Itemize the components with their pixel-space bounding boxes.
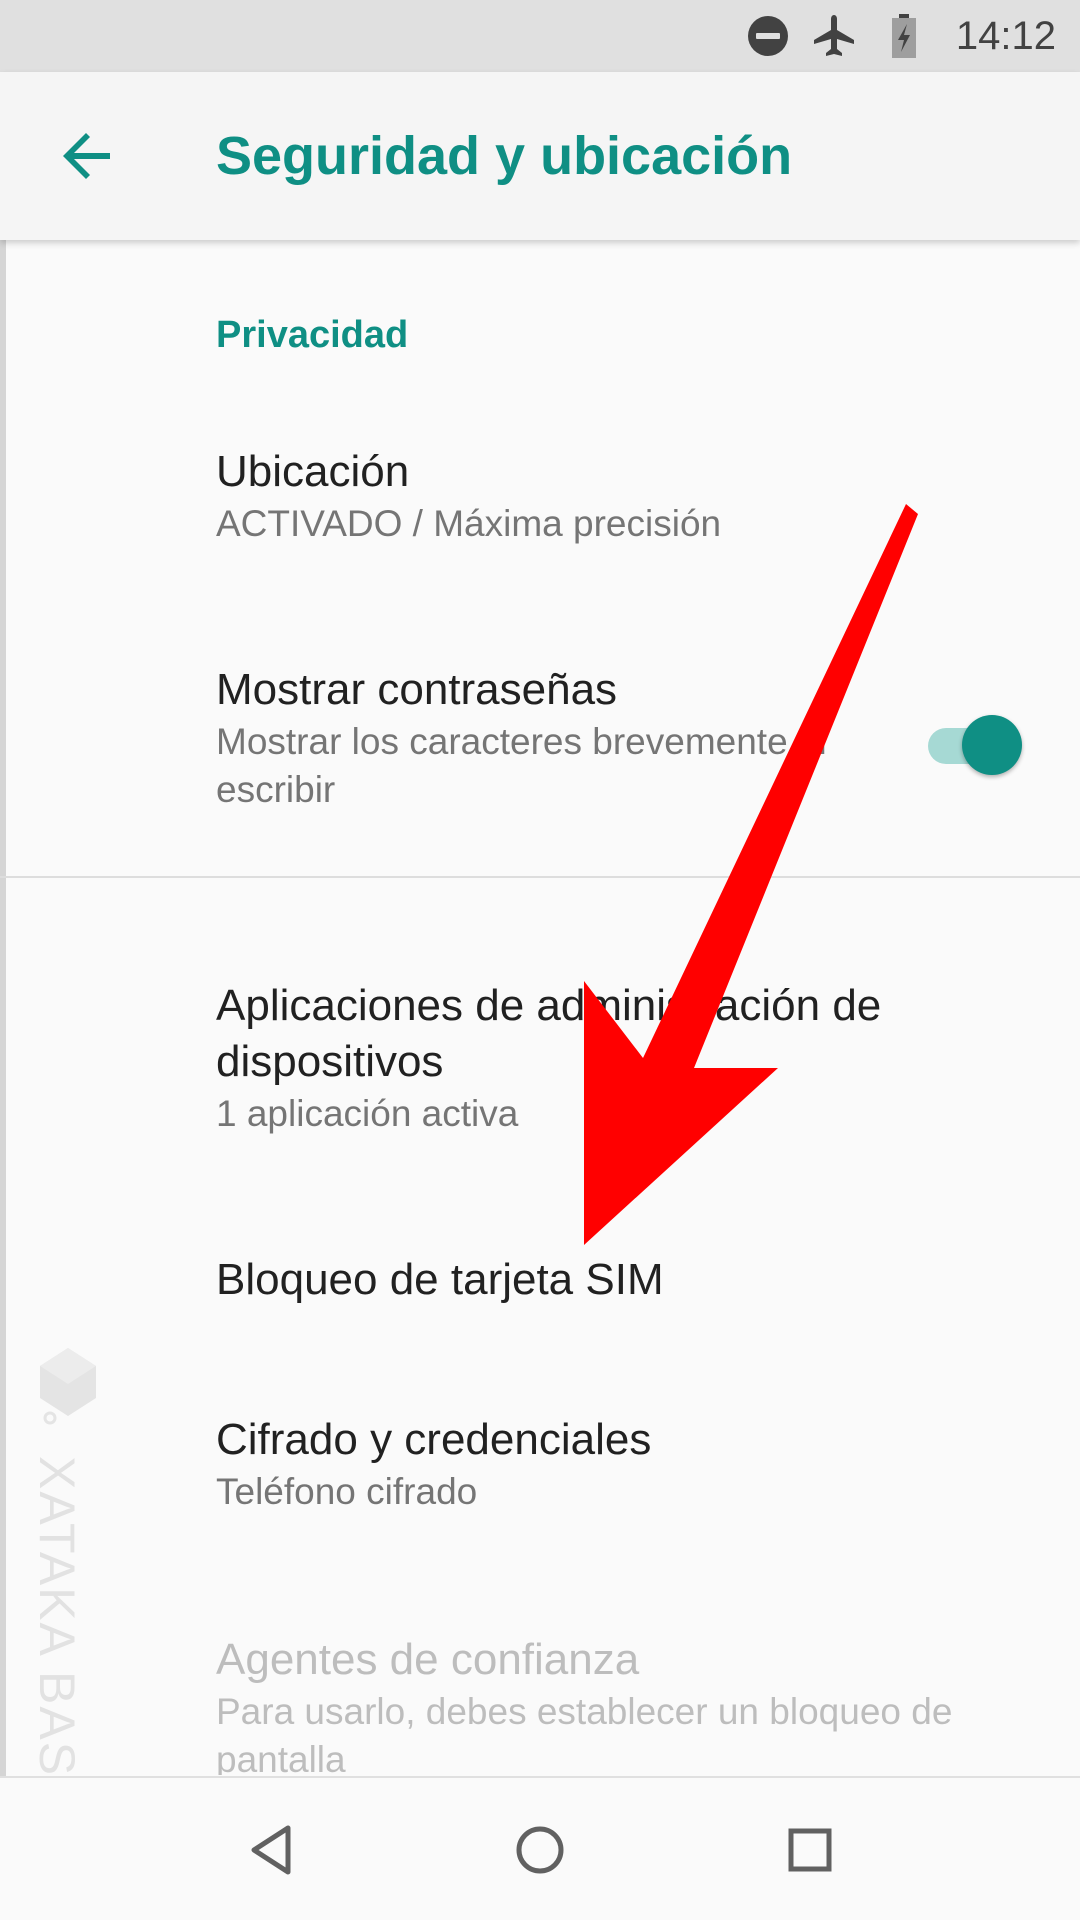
page-title: Seguridad y ubicación [216, 126, 793, 186]
section-header-privacy: Privacidad [216, 314, 409, 356]
pref-location-summary: ACTIVADO / Máxima precisión [216, 503, 722, 544]
pref-trust-agents: Agentes de confianza Para usarlo, debes … [216, 1632, 1036, 1775]
xataka-logo-icon [36, 1346, 100, 1428]
pref-device-admin-apps[interactable]: Aplicaciones de administración de dispos… [216, 978, 1036, 1138]
pref-device-admin-summary: 1 aplicación activa [216, 1093, 519, 1134]
arrow-back-icon [63, 133, 110, 179]
pref-location-title: Ubicación [216, 447, 410, 496]
section-divider [0, 876, 1080, 878]
pref-trust-agents-summary: Para usarlo, debes establecer un bloqueo… [216, 1691, 953, 1775]
status-time: 14:12 [955, 14, 1056, 58]
nav-home-button[interactable] [496, 1806, 584, 1894]
nav-home-icon [516, 1826, 564, 1874]
nav-back-icon [251, 1825, 291, 1875]
battery-charging-icon [880, 12, 928, 60]
toggle-thumb [962, 715, 1022, 775]
show-passwords-toggle[interactable] [924, 708, 1024, 775]
nav-back-button[interactable] [228, 1806, 316, 1894]
settings-screen: 14:12 Seguridad y ubicación Privacidad U… [0, 0, 1080, 1920]
pref-sim-lock[interactable]: Bloqueo de tarjeta SIM [216, 1252, 996, 1308]
back-button[interactable] [48, 116, 128, 196]
pref-sim-lock-title: Bloqueo de tarjeta SIM [216, 1255, 664, 1304]
settings-list[interactable]: Privacidad Ubicación ACTIVADO / Máxima p… [0, 240, 1080, 1775]
pref-trust-agents-title: Agentes de confianza [216, 1635, 640, 1684]
airplane-mode-icon [810, 12, 858, 60]
app-bar: Seguridad y ubicación [0, 72, 1080, 240]
pref-location[interactable]: Ubicación ACTIVADO / Máxima precisión [216, 444, 996, 548]
pref-encryption-title: Cifrado y credenciales [216, 1415, 652, 1464]
pref-show-passwords-title: Mostrar contraseñas [216, 665, 618, 714]
pref-encryption-summary: Teléfono cifrado [216, 1471, 478, 1512]
do-not-disturb-icon [744, 12, 792, 60]
pref-show-passwords[interactable]: Mostrar contraseñas Mostrar los caracter… [216, 662, 896, 814]
nav-recents-button[interactable] [766, 1806, 854, 1894]
navigation-bar [0, 1776, 1080, 1920]
pref-encryption-credentials[interactable]: Cifrado y credenciales Teléfono cifrado [216, 1412, 996, 1516]
pref-show-passwords-summary: Mostrar los caracteres brevemente al esc… [216, 721, 827, 810]
nav-recents-icon [788, 1828, 832, 1872]
status-bar: 14:12 [0, 0, 1080, 72]
pref-device-admin-title: Aplicaciones de administración de dispos… [216, 981, 882, 1086]
